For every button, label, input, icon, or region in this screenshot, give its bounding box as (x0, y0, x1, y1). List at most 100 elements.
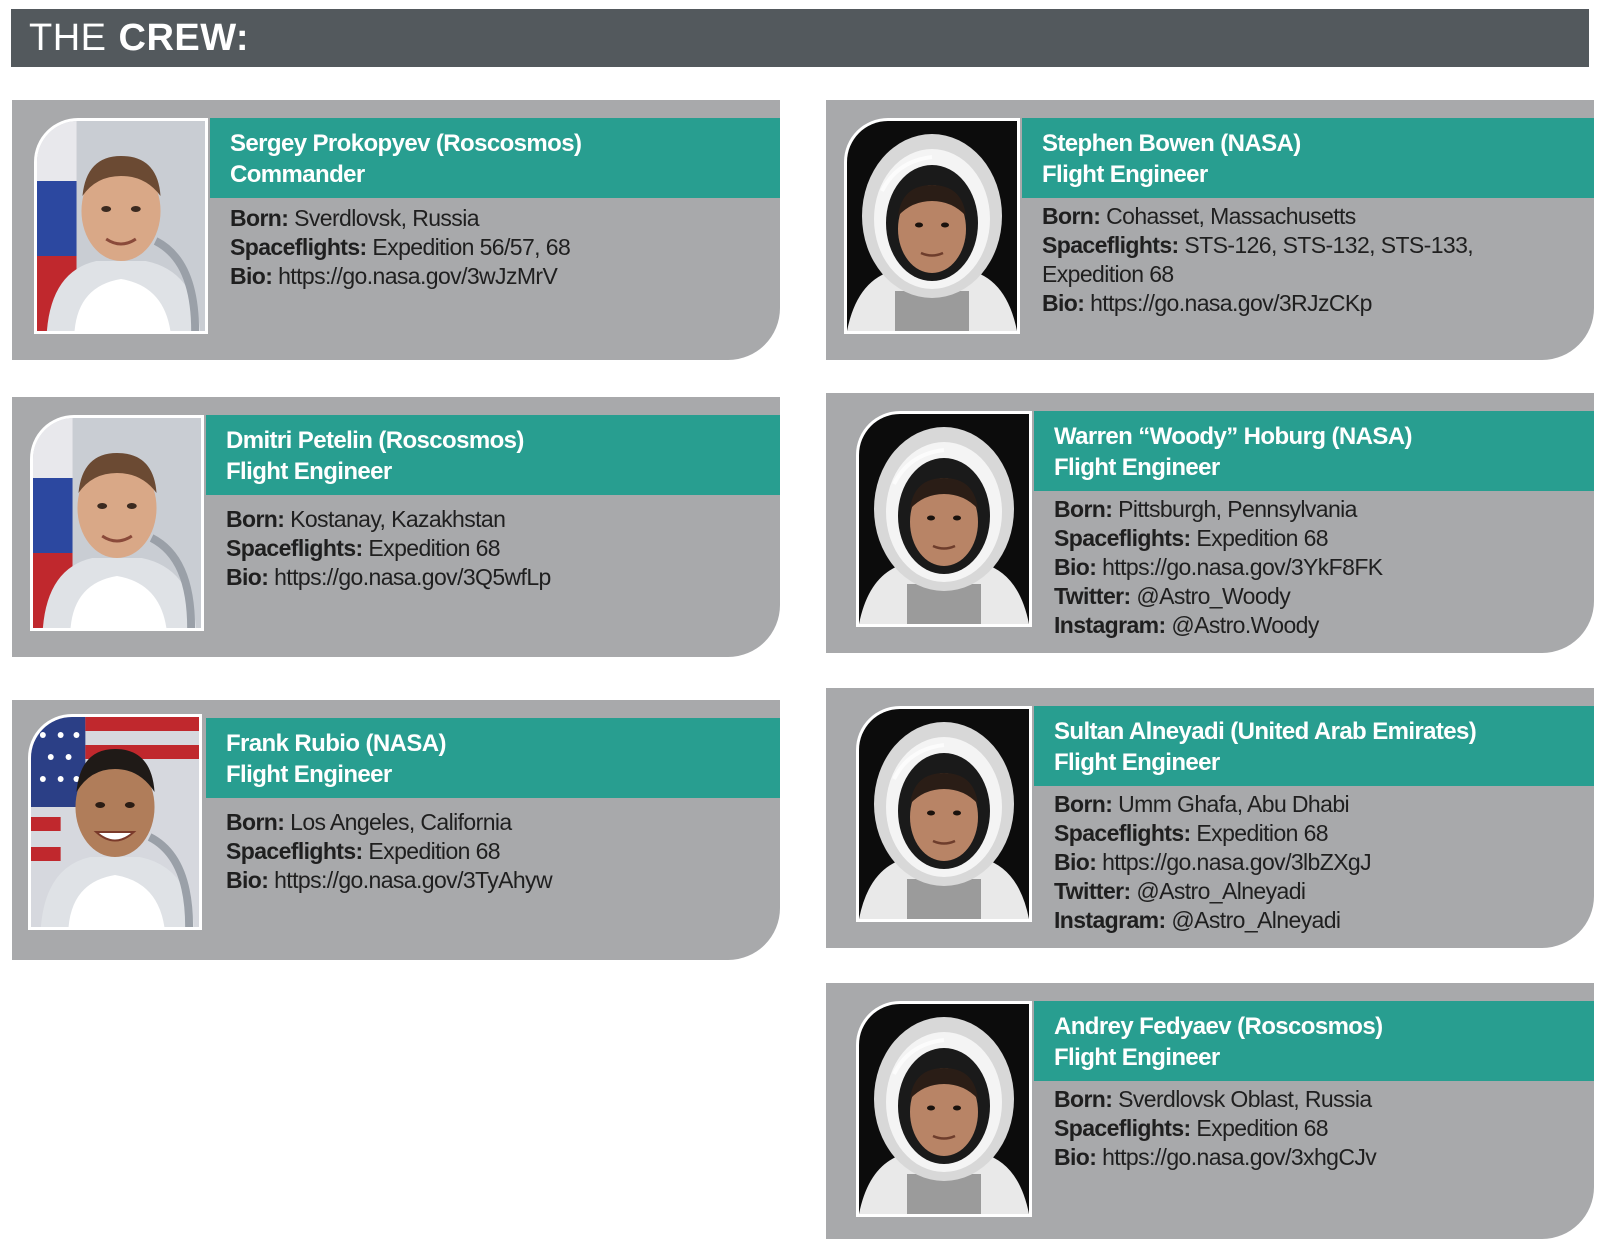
crew-role: Flight Engineer (226, 458, 392, 485)
twitter-handle[interactable]: @Astro_Alneyadi (1136, 878, 1306, 904)
crew-born: Born: Sverdlovsk Oblast, Russia (1054, 1085, 1594, 1114)
crew-bio: Bio: https://go.nasa.gov/3xhgCJv (1054, 1143, 1594, 1172)
crew-born: Born: Cohasset, Massachusetts (1042, 202, 1594, 231)
crew-name: Warren “Woody” Hoburg (NASA) (1054, 423, 1412, 450)
spaceflights-value: Expedition 68 (1196, 525, 1329, 551)
bio-label: Bio: (1042, 290, 1085, 316)
bio-link[interactable]: https://go.nasa.gov/3wJzMrV (278, 263, 558, 289)
crew-info: Born: Sverdlovsk, Russia Spaceflights: E… (210, 204, 780, 291)
instagram-handle[interactable]: @Astro.Woody (1171, 612, 1319, 638)
spaceflights-value: STS-126, STS-132, STS-133, (1184, 232, 1474, 258)
born-label: Born: (1054, 791, 1113, 817)
born-value: Umm Ghafa, Abu Dhabi (1118, 791, 1350, 817)
crew-name-banner: Sultan Alneyadi (United Arab Emirates) F… (1034, 706, 1594, 786)
crew-bio: Bio: https://go.nasa.gov/3lbZXgJ (1054, 848, 1594, 877)
spaceflights-value: Expedition 68 (368, 838, 501, 864)
crew-name: Sultan Alneyadi (United Arab Emirates) (1054, 718, 1477, 745)
astronaut-portrait-icon (859, 709, 1029, 919)
crew-name: Dmitri Petelin (Roscosmos) (226, 427, 524, 454)
crew-info: Born: Kostanay, Kazakhstan Spaceflights:… (206, 505, 780, 592)
spaceflights-label: Spaceflights: (1054, 525, 1191, 551)
crew-photo (844, 118, 1020, 334)
crew-name: Frank Rubio (NASA) (226, 730, 446, 757)
spaceflights-label: Spaceflights: (1054, 1115, 1191, 1141)
born-value: Pittsburgh, Pennsylvania (1118, 496, 1357, 522)
bio-link[interactable]: https://go.nasa.gov/3lbZXgJ (1102, 849, 1372, 875)
crew-spaceflights: Spaceflights: Expedition 68 (226, 837, 780, 866)
crew-photo (34, 118, 208, 334)
crew-info: Born: Cohasset, Massachusetts Spacefligh… (1022, 202, 1594, 318)
crew-name-banner: Sergey Prokopyev (Roscosmos) Commander (210, 118, 780, 198)
twitter-label: Twitter: (1054, 878, 1131, 904)
bio-label: Bio: (226, 564, 269, 590)
page-header: THE CREW: (11, 9, 1589, 67)
spaceflights-label: Spaceflights: (226, 535, 363, 561)
crew-photo (30, 415, 204, 631)
spaceflights-value: Expedition 56/57, 68 (372, 234, 571, 260)
crew-card-hoburg: Warren “Woody” Hoburg (NASA) Flight Engi… (826, 393, 1594, 653)
instagram-label: Instagram: (1054, 612, 1166, 638)
crew-name: Andrey Fedyaev (Roscosmos) (1054, 1013, 1383, 1040)
astronaut-portrait-icon (859, 414, 1029, 624)
crew-bio: Bio: https://go.nasa.gov/3Q5wfLp (226, 563, 780, 592)
astronaut-portrait-icon (33, 418, 201, 628)
crew-name-banner: Stephen Bowen (NASA) Flight Engineer (1022, 118, 1594, 198)
crew-bio: Bio: https://go.nasa.gov/3RJzCKp (1042, 289, 1594, 318)
bio-label: Bio: (230, 263, 273, 289)
crew-info: Born: Sverdlovsk Oblast, Russia Spacefli… (1034, 1085, 1594, 1172)
crew-instagram: Instagram: @Astro.Woody (1054, 611, 1594, 640)
bio-link[interactable]: https://go.nasa.gov/3Q5wfLp (274, 564, 551, 590)
spaceflights-value: Expedition 68 (1196, 1115, 1329, 1141)
crew-info: Born: Pittsburgh, Pennsylvania Spaceflig… (1034, 495, 1594, 640)
spaceflights-value: Expedition 68 (368, 535, 501, 561)
born-label: Born: (230, 205, 289, 231)
born-label: Born: (226, 506, 285, 532)
crew-born: Born: Sverdlovsk, Russia (230, 204, 780, 233)
spaceflights-label: Spaceflights: (1054, 820, 1191, 846)
crew-role: Commander (230, 161, 365, 188)
bio-label: Bio: (1054, 1144, 1097, 1170)
twitter-label: Twitter: (1054, 583, 1131, 609)
crew-info: Born: Los Angeles, California Spacefligh… (206, 808, 780, 895)
crew-card-alneyadi: Sultan Alneyadi (United Arab Emirates) F… (826, 688, 1594, 948)
bio-link[interactable]: https://go.nasa.gov/3RJzCKp (1090, 290, 1372, 316)
astronaut-portrait-icon (37, 121, 205, 331)
header-title-bold: CREW: (118, 16, 250, 59)
born-value: Kostanay, Kazakhstan (290, 506, 506, 532)
born-label: Born: (1054, 496, 1113, 522)
crew-born: Born: Umm Ghafa, Abu Dhabi (1054, 790, 1594, 819)
bio-link[interactable]: https://go.nasa.gov/3YkF8FK (1102, 554, 1383, 580)
crew-spaceflights: Spaceflights: Expedition 68 (1054, 524, 1594, 553)
twitter-handle[interactable]: @Astro_Woody (1136, 583, 1290, 609)
crew-photo (856, 411, 1032, 627)
crew-bio: Bio: https://go.nasa.gov/3TyAhyw (226, 866, 780, 895)
crew-name-banner: Dmitri Petelin (Roscosmos) Flight Engine… (206, 415, 780, 495)
crew-spaceflights: Spaceflights: Expedition 68 (1054, 819, 1594, 848)
born-label: Born: (1054, 1086, 1113, 1112)
crew-role: Flight Engineer (1054, 454, 1220, 481)
instagram-handle[interactable]: @Astro_Alneyadi (1171, 907, 1341, 933)
crew-name-banner: Warren “Woody” Hoburg (NASA) Flight Engi… (1034, 411, 1594, 491)
born-value: Sverdlovsk Oblast, Russia (1118, 1086, 1372, 1112)
crew-bio: Bio: https://go.nasa.gov/3YkF8FK (1054, 553, 1594, 582)
crew-bio: Bio: https://go.nasa.gov/3wJzMrV (230, 262, 780, 291)
crew-card-fedyaev: Andrey Fedyaev (Roscosmos) Flight Engine… (826, 983, 1594, 1239)
crew-card-rubio: Frank Rubio (NASA) Flight Engineer Born:… (12, 700, 780, 960)
header-title-light: THE (29, 16, 107, 59)
crew-card-petelin: Dmitri Petelin (Roscosmos) Flight Engine… (12, 397, 780, 657)
crew-born: Born: Pittsburgh, Pennsylvania (1054, 495, 1594, 524)
crew-card-prokopyev: Sergey Prokopyev (Roscosmos) Commander B… (12, 100, 780, 360)
instagram-label: Instagram: (1054, 907, 1166, 933)
astronaut-portrait-icon (847, 121, 1017, 331)
bio-link[interactable]: https://go.nasa.gov/3xhgCJv (1102, 1144, 1377, 1170)
crew-twitter: Twitter: @Astro_Woody (1054, 582, 1594, 611)
crew-name: Sergey Prokopyev (Roscosmos) (230, 130, 582, 157)
crew-role: Flight Engineer (226, 761, 392, 788)
crew-photo (856, 1001, 1032, 1217)
crew-twitter: Twitter: @Astro_Alneyadi (1054, 877, 1594, 906)
crew-born: Born: Kostanay, Kazakhstan (226, 505, 780, 534)
spaceflights-value: Expedition 68 (1196, 820, 1329, 846)
bio-label: Bio: (1054, 554, 1097, 580)
spaceflights-label: Spaceflights: (1042, 232, 1179, 258)
bio-link[interactable]: https://go.nasa.gov/3TyAhyw (274, 867, 552, 893)
